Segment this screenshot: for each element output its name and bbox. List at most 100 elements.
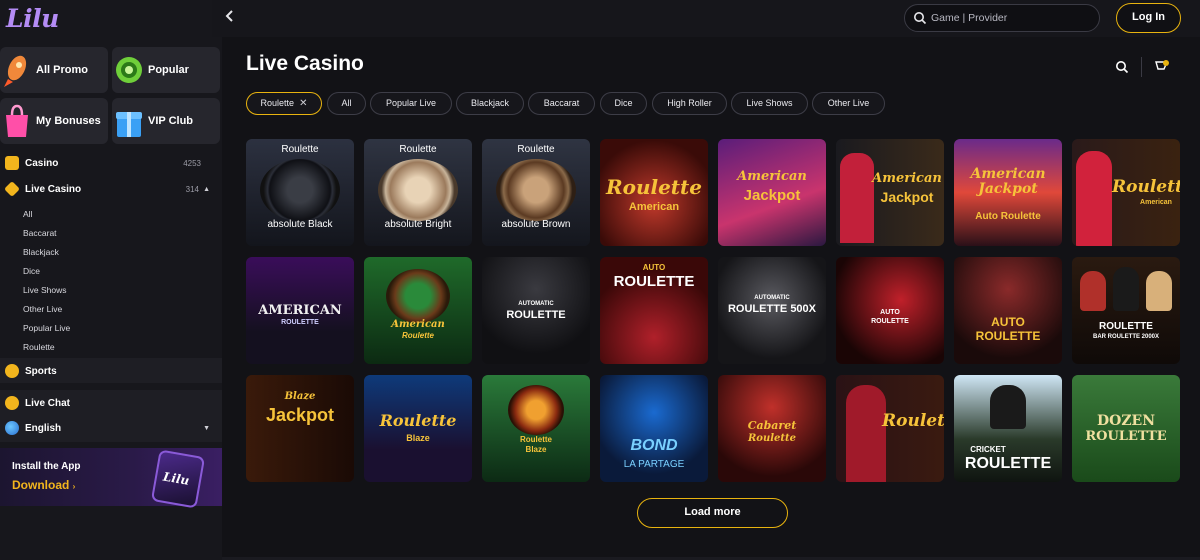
game-card[interactable]: Roulette Blaze: [364, 375, 472, 482]
game-card[interactable]: Cabaret Roulette: [718, 375, 826, 482]
game-subtitle: Blaze: [406, 433, 430, 443]
game-card[interactable]: American Roulette: [364, 257, 472, 364]
game-card[interactable]: Roulette Blaze: [482, 375, 590, 482]
game-card[interactable]: American Jackpot: [836, 139, 944, 246]
game-title: Cabaret: [747, 419, 797, 432]
sidebar-item-label: Live Casino: [25, 183, 82, 195]
shopping-bag-icon: [6, 104, 28, 137]
game-card[interactable]: Roulette absolute Brown: [482, 139, 590, 246]
game-subtitle: BAR ROULETTE 2000X: [1092, 334, 1159, 340]
game-card[interactable]: Roulette: [836, 375, 944, 482]
ball-icon: [5, 364, 19, 378]
tile-label: Popular: [148, 64, 189, 76]
filter-chip-live-shows[interactable]: Live Shows: [731, 92, 808, 115]
game-title: Roulette: [882, 411, 944, 431]
chevron-up-icon[interactable]: ▲: [203, 186, 210, 193]
game-card[interactable]: CRICKET ROULETTE: [954, 375, 1062, 482]
dealer-figure: [840, 153, 874, 243]
game-subtitle: absolute Brown: [501, 219, 571, 230]
collapse-sidebar-button[interactable]: [220, 9, 238, 27]
search-icon: [914, 12, 927, 25]
filter-chip-roulette[interactable]: Roulette ✕: [246, 92, 322, 115]
login-button[interactable]: Log In: [1116, 3, 1181, 33]
search-input[interactable]: Game | Provider: [904, 4, 1100, 32]
filter-chip-other-live[interactable]: Other Live: [812, 92, 885, 115]
sidebar-item-label: Casino: [25, 157, 59, 169]
sub-item-blackjack[interactable]: Blackjack: [23, 247, 59, 257]
tile-my-bonuses[interactable]: My Bonuses: [0, 98, 108, 144]
sidebar-item-sports[interactable]: Sports: [0, 359, 222, 383]
filter-chip-high-roller[interactable]: High Roller: [652, 92, 727, 115]
game-card[interactable]: AUTO ROULETTE: [600, 257, 708, 364]
game-subtitle: ROULETTE: [871, 318, 909, 325]
close-icon[interactable]: ✕: [299, 98, 307, 109]
top-bar: Game | Provider Log In: [212, 0, 1200, 37]
game-card[interactable]: AMERICAN ROULETTE: [246, 257, 354, 364]
sub-item-other-live[interactable]: Other Live: [23, 304, 62, 314]
search-icon[interactable]: [1115, 60, 1129, 74]
load-more-button[interactable]: Load more: [637, 498, 788, 528]
game-card[interactable]: Roulette American: [1072, 139, 1180, 246]
roulette-wheel: [386, 269, 450, 323]
game-subtitle: Jackpot: [743, 187, 801, 204]
sub-item-all[interactable]: All: [23, 209, 32, 219]
banner-title: Install the App: [12, 461, 81, 472]
sub-item-popular-live[interactable]: Popular Live: [23, 323, 70, 333]
sidebar-item-live-casino[interactable]: Live Casino 314 ▲: [0, 177, 222, 201]
game-card[interactable]: AUTO ROULETTE: [954, 257, 1062, 364]
game-card[interactable]: Blaze Jackpot: [246, 375, 354, 482]
tile-all-promo[interactable]: All Promo: [0, 47, 108, 93]
sub-item-live-shows[interactable]: Live Shows: [23, 285, 66, 295]
game-subtitle: LA PARTAGE: [623, 459, 685, 470]
sidebar-item-count: 314: [185, 184, 199, 194]
game-subtitle: Blaze: [525, 445, 547, 454]
game-title: Roulette: [1112, 177, 1180, 197]
game-card[interactable]: ROULETTE BAR ROULETTE 2000X: [1072, 257, 1180, 364]
tile-vip-club[interactable]: VIP Club: [112, 98, 220, 144]
sidebar: Lilu All Promo Popular My Bonuses VIP Cl…: [0, 0, 222, 560]
tile-popular[interactable]: Popular: [112, 47, 220, 93]
support-block: Live Chat English ▼: [0, 390, 222, 442]
sub-item-baccarat[interactable]: Baccarat: [23, 228, 57, 238]
logo[interactable]: Lilu: [6, 4, 59, 33]
filter-chip-all[interactable]: All: [327, 92, 366, 115]
filter-chip-baccarat[interactable]: Baccarat: [528, 92, 595, 115]
favorites-icon[interactable]: [1154, 59, 1170, 75]
download-link[interactable]: Download ›: [12, 478, 75, 492]
game-card[interactable]: American Jackpot: [718, 139, 826, 246]
sub-item-dice[interactable]: Dice: [23, 266, 40, 276]
game-card[interactable]: Roulette American: [600, 139, 708, 246]
filter-chip-dice[interactable]: Dice: [600, 92, 647, 115]
diamond-icon: [4, 181, 20, 197]
game-card[interactable]: Roulette absolute Black: [246, 139, 354, 246]
roulette-wheel: [508, 385, 564, 435]
sidebar-item-live-chat[interactable]: Live Chat: [0, 391, 222, 415]
game-card[interactable]: AUTOMATIC ROULETTE 500X: [718, 257, 826, 364]
game-title: Roulette: [520, 435, 552, 444]
phone-logo: Lilu: [162, 469, 191, 488]
game-title: AUTO: [991, 315, 1025, 329]
game-card[interactable]: AUTO ROULETTE: [836, 257, 944, 364]
filter-chip-blackjack[interactable]: Blackjack: [456, 92, 524, 115]
chevron-down-icon: ▼: [203, 424, 210, 432]
language-selector[interactable]: English ▼: [0, 416, 222, 440]
dealer-figure: [1113, 267, 1139, 311]
game-subtitle: ROULETTE: [1085, 429, 1167, 444]
game-card[interactable]: DOZEN ROULETTE: [1072, 375, 1180, 482]
game-card[interactable]: BOND LA PARTAGE: [600, 375, 708, 482]
game-subtitle: ROULETTE: [964, 455, 1052, 472]
game-subtitle: ROULETTE: [506, 309, 566, 321]
sidebar-item-casino[interactable]: Casino 4253: [0, 151, 222, 175]
install-app-banner[interactable]: Install the App Download › Lilu: [0, 448, 222, 509]
game-title: American: [391, 319, 445, 330]
chat-icon: [5, 396, 19, 410]
game-subtitle: ROULETTE: [281, 319, 319, 326]
game-card[interactable]: AUTOMATIC ROULETTE: [482, 257, 590, 364]
filter-chip-popular-live[interactable]: Popular Live: [370, 92, 452, 115]
sub-item-roulette[interactable]: Roulette: [23, 342, 55, 352]
game-title: AUTO: [880, 309, 900, 316]
sidebar-item-label: Sports: [25, 365, 57, 377]
game-card[interactable]: Roulette absolute Bright: [364, 139, 472, 246]
sidebar-item-label: Live Chat: [25, 397, 71, 409]
game-card[interactable]: American Jackpot Auto Roulette: [954, 139, 1062, 246]
